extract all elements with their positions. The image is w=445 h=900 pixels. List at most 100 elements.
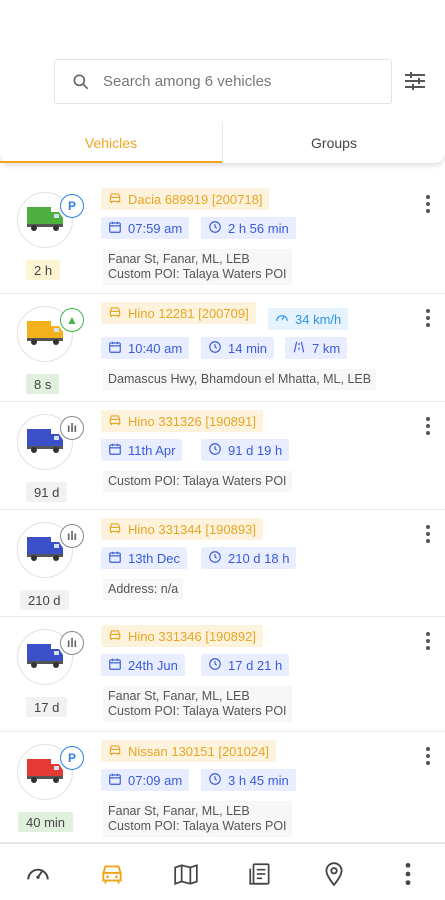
bottom-navigation (0, 843, 445, 900)
truck-icon (25, 640, 65, 675)
tab-bar: Vehicles Groups (0, 123, 445, 163)
clock-icon (208, 442, 222, 459)
idle-bars-icon: ılı (60, 416, 84, 440)
parked-p-icon: P (60, 746, 84, 770)
calendar-icon (108, 220, 122, 237)
vehicle-row[interactable]: P 2 h Dacia 689919 [200718] 07:59 am 2 h 56 … (0, 180, 445, 294)
distance-chip: 7 km (285, 337, 348, 359)
time-chip: 13th Dec (101, 547, 188, 569)
more-options-icon[interactable] (418, 306, 438, 330)
duration-chip: 14 min (201, 337, 275, 359)
last-update-tag: 91 d (26, 482, 68, 502)
search-bar[interactable] (54, 59, 392, 104)
idle-bars-icon: ılı (60, 631, 84, 655)
address-block: Address: n/a (103, 579, 184, 600)
time-chip: 07:59 am (101, 217, 190, 239)
vehicle-list: P 2 h Dacia 689919 [200718] 07:59 am 2 h 56 … (0, 180, 445, 843)
address-line: Damascus Hwy, Bhamdoun el Mhatta, ML, LE… (108, 372, 372, 386)
tab-groups[interactable]: Groups (222, 123, 445, 163)
poi-line: Custom POI: Talaya Waters POI (108, 267, 287, 281)
vehicle-row[interactable]: ılı 17 d Hino 331346 [190892] 24th Jun 17 d … (0, 617, 445, 732)
vehicle-name-chip: Hino 12281 [200709] (101, 302, 256, 324)
truck-icon (25, 203, 65, 238)
vehicle-name-chip: Hino 331326 [190891] (101, 410, 263, 432)
vehicle-row[interactable]: ▲ 8 s Hino 12281 [200709] 34 km/h 10:40 am 14… (0, 294, 445, 402)
more-options-icon[interactable] (418, 522, 438, 546)
address-line: Fanar St, Fanar, ML, LEB (108, 804, 250, 818)
vehicle-car-icon[interactable] (98, 860, 126, 888)
tab-vehicles[interactable]: Vehicles (0, 123, 222, 163)
location-pin-icon[interactable] (320, 860, 348, 888)
address-block: Fanar St, Fanar, ML, LEB Custom POI: Tala… (103, 249, 292, 285)
time-chip: 07:09 am (101, 769, 190, 791)
poi-line: Custom POI: Talaya Waters POI (108, 704, 287, 718)
clock-icon (208, 340, 222, 357)
address-line: Fanar St, Fanar, ML, LEB (108, 252, 250, 266)
search-icon (73, 74, 89, 89)
calendar-icon (108, 657, 122, 674)
truck-icon (25, 317, 65, 352)
poi-line: Custom POI: Talaya Waters POI (108, 819, 287, 833)
address-line: Address: n/a (108, 582, 179, 596)
speedometer-icon (275, 311, 289, 328)
truck-icon (25, 533, 65, 568)
last-update-tag: 210 d (20, 590, 69, 610)
address-block: Custom POI: Talaya Waters POI (103, 471, 292, 492)
address-line: Fanar St, Fanar, ML, LEB (108, 689, 250, 703)
truck-icon (25, 755, 65, 790)
calendar-icon (108, 340, 122, 357)
more-options-icon[interactable] (418, 629, 438, 653)
calendar-icon (108, 550, 122, 567)
map-icon[interactable] (172, 860, 200, 888)
address-line: Custom POI: Talaya Waters POI (108, 474, 287, 488)
more-options-icon[interactable] (418, 192, 438, 216)
reports-icon[interactable] (246, 860, 274, 888)
more-options-icon[interactable] (418, 744, 438, 768)
last-update-tag: 8 s (26, 374, 60, 394)
road-icon (292, 340, 306, 357)
duration-chip: 210 d 18 h (201, 547, 297, 569)
clock-icon (208, 550, 222, 567)
clock-icon (208, 657, 222, 674)
car-icon (108, 305, 122, 322)
duration-chip: 91 d 19 h (201, 439, 290, 461)
time-chip: 11th Apr (101, 439, 183, 461)
duration-chip: 2 h 56 min (201, 217, 296, 239)
clock-icon (208, 772, 222, 789)
calendar-icon (108, 772, 122, 789)
last-update-tag: 17 d (26, 697, 68, 717)
truck-icon (25, 425, 65, 460)
search-input[interactable] (103, 73, 373, 90)
more-options-icon[interactable] (418, 414, 438, 438)
speed-chip: 34 km/h (268, 308, 349, 330)
parked-p-icon: P (60, 194, 84, 218)
time-chip: 10:40 am (101, 337, 190, 359)
duration-chip: 17 d 21 h (201, 654, 290, 676)
address-block: Fanar St, Fanar, ML, LEB Custom POI: Tala… (103, 801, 292, 837)
vehicle-name-chip: Hino 331346 [190892] (101, 625, 263, 647)
vehicle-row[interactable]: ılı 210 d Hino 331344 [190893] 13th Dec 210 … (0, 510, 445, 617)
clock-icon (208, 220, 222, 237)
vehicle-row[interactable]: P 40 min Nissan 130151 [201024] 07:09 am 3 h… (0, 732, 445, 843)
car-icon (108, 628, 122, 645)
car-icon (108, 521, 122, 538)
last-update-tag: 40 min (18, 812, 74, 832)
filter-sliders-icon[interactable] (403, 69, 427, 93)
time-chip: 24th Jun (101, 654, 185, 676)
vehicle-name-chip: Hino 331344 [190893] (101, 518, 263, 540)
car-icon (108, 191, 122, 208)
dashboard-gauge-icon[interactable] (24, 860, 52, 888)
address-block: Fanar St, Fanar, ML, LEB Custom POI: Tala… (103, 686, 292, 722)
car-icon (108, 743, 122, 760)
idle-bars-icon: ılı (60, 524, 84, 548)
vehicle-name-chip: Nissan 130151 [201024] (101, 740, 276, 762)
vehicle-row[interactable]: ılı 91 d Hino 331326 [190891] 11th Apr 91 d … (0, 402, 445, 510)
address-block: Damascus Hwy, Bhamdoun el Mhatta, ML, LE… (103, 369, 377, 390)
vehicle-name-chip: Dacia 689919 [200718] (101, 188, 270, 210)
moving-arrow-icon: ▲ (60, 308, 84, 332)
duration-chip: 3 h 45 min (201, 769, 296, 791)
calendar-icon (108, 442, 122, 459)
car-icon (108, 413, 122, 430)
more-vertical-icon[interactable] (394, 860, 422, 888)
last-update-tag: 2 h (26, 260, 61, 280)
